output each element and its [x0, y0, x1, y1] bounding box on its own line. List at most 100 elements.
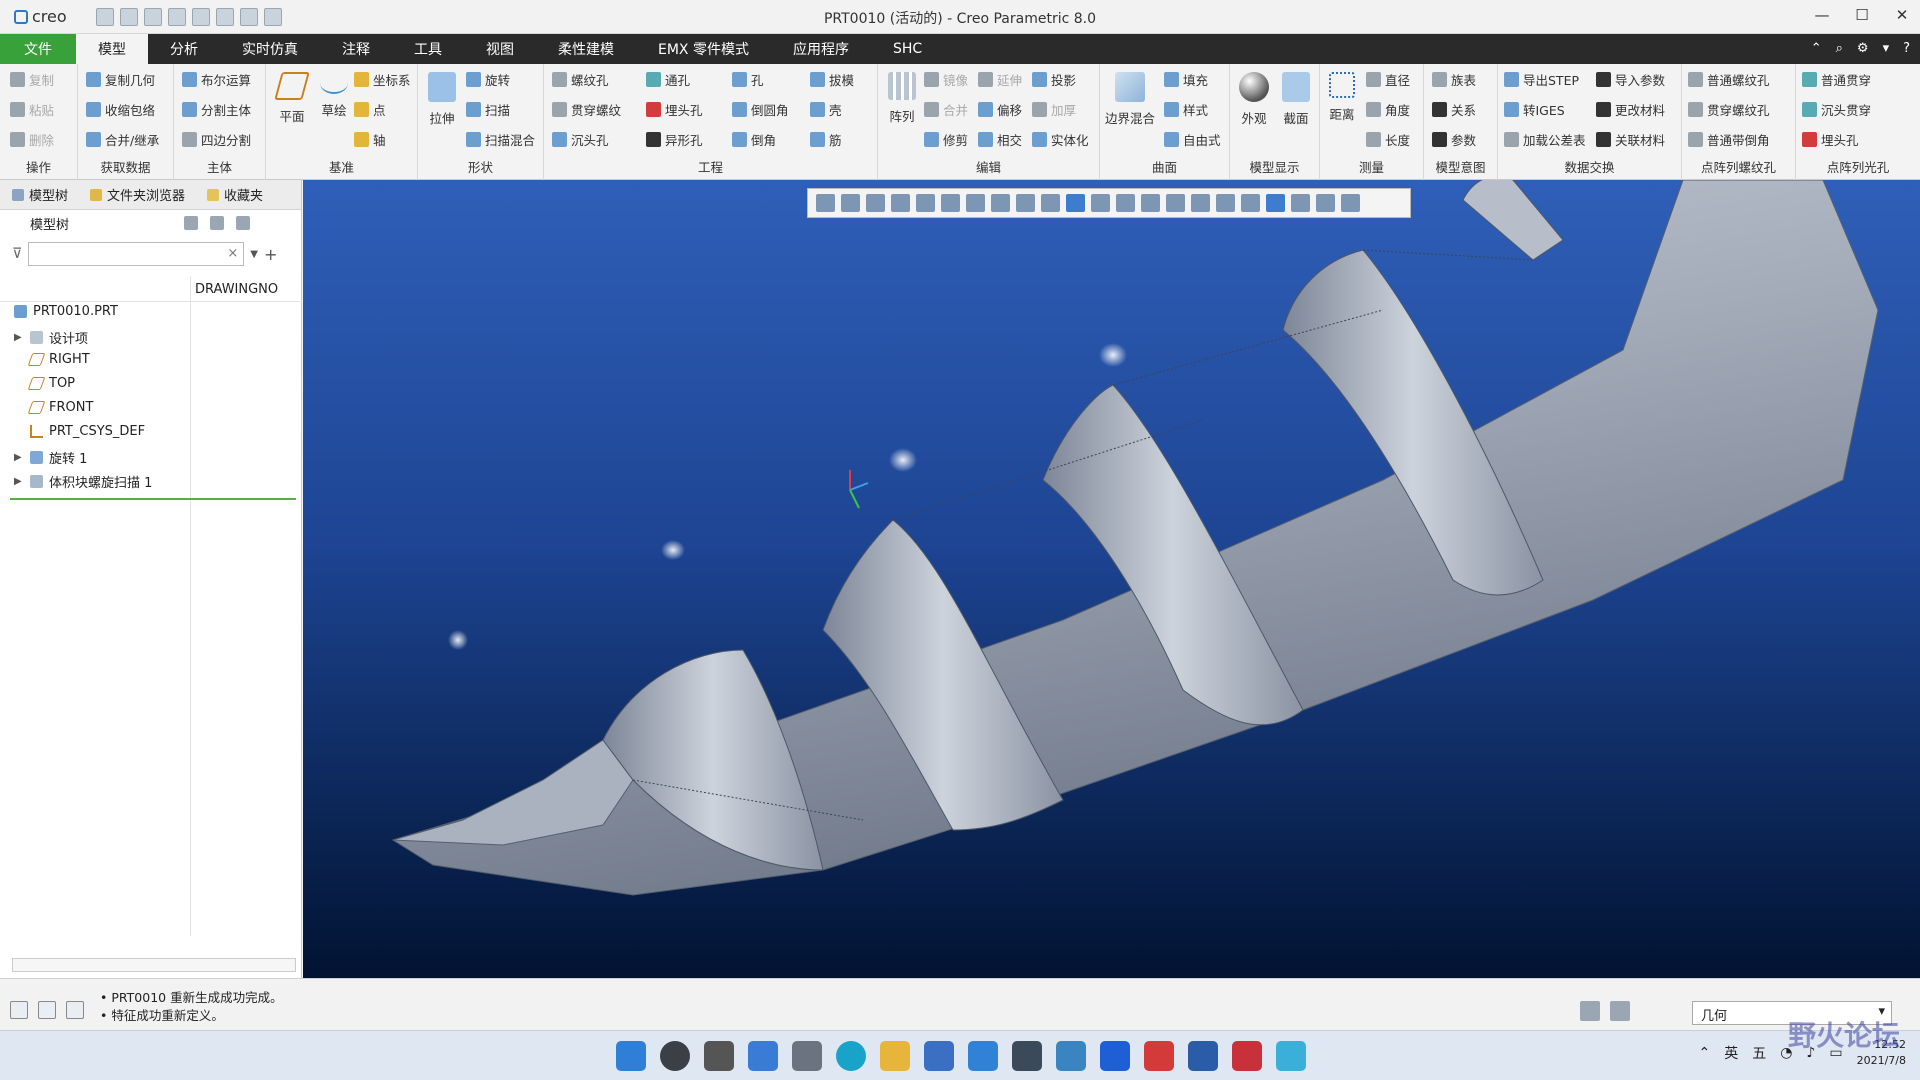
column-drawingno[interactable]: DRAWINGNO — [195, 282, 278, 297]
trim-button[interactable]: 修剪 — [924, 130, 968, 149]
close-button[interactable]: ✕ — [1892, 6, 1912, 24]
calculator-icon[interactable] — [1012, 1041, 1042, 1071]
diameter-button[interactable]: 直径 — [1366, 70, 1410, 89]
section-button[interactable]: 截面 — [1276, 72, 1316, 127]
group-title-data-exchange[interactable]: 数据交换 — [1498, 157, 1681, 176]
group-title-engineering[interactable]: 工程 — [544, 157, 877, 176]
search-icon[interactable]: ⌕ — [1836, 41, 1843, 56]
start-icon[interactable] — [616, 1041, 646, 1071]
boolean-button[interactable]: 布尔运算 — [182, 70, 251, 89]
group-title-model-intent[interactable]: 模型意图 — [1424, 157, 1497, 176]
shrinkwrap-button[interactable]: 收缩包络 — [86, 100, 155, 119]
tab-view[interactable]: 视图 — [464, 34, 536, 64]
through-thread-button[interactable]: 贯穿螺纹 — [552, 100, 621, 119]
section-display-icon[interactable] — [1241, 194, 1260, 212]
sweep-button[interactable]: 扫描 — [466, 100, 510, 119]
file-explorer-icon[interactable] — [880, 1041, 910, 1071]
csys-display-icon[interactable] — [1116, 194, 1135, 212]
copy-button[interactable]: 复制 — [10, 70, 54, 89]
chamfer-button[interactable]: 倒角 — [732, 130, 776, 149]
mail-icon[interactable] — [968, 1041, 998, 1071]
group-title-edit[interactable]: 编辑 — [878, 157, 1099, 176]
group-title-datum[interactable]: 基准 — [266, 157, 417, 176]
expand-icon[interactable]: ▶ — [14, 476, 24, 487]
widgets-icon[interactable] — [748, 1041, 778, 1071]
point-display-icon[interactable] — [1091, 194, 1110, 212]
clear-icon[interactable]: × — [227, 246, 238, 261]
selected-display-icon[interactable] — [1266, 194, 1285, 212]
perspective-icon[interactable] — [991, 194, 1010, 212]
group-title-get-data[interactable]: 获取数据 — [78, 157, 173, 176]
convert-iges-button[interactable]: 转IGES — [1504, 100, 1565, 119]
draft-button[interactable]: 拔模 — [810, 70, 854, 89]
minimize-button[interactable]: — — [1812, 6, 1832, 24]
pause-icon[interactable] — [1316, 194, 1335, 212]
hole-button[interactable]: 孔 — [732, 70, 764, 89]
load-tolerance-button[interactable]: 加载公差表 — [1504, 130, 1586, 149]
tree-item-helical-sweep[interactable]: ▶ 体积块螺旋扫描 1 — [14, 472, 152, 491]
tab-flexible-modeling[interactable]: 柔性建模 — [536, 34, 636, 64]
countersink-button[interactable]: 埋头孔 — [646, 100, 703, 119]
menu-arrow-icon[interactable]: ▾ — [1883, 41, 1890, 56]
annotation-icon[interactable] — [1166, 194, 1185, 212]
merge-button[interactable]: 合并 — [924, 100, 968, 119]
simulation-icon[interactable] — [1216, 194, 1235, 212]
offset-button[interactable]: 偏移 — [978, 100, 1022, 119]
undo-icon[interactable] — [168, 8, 186, 26]
freestyle-button[interactable]: 自由式 — [1164, 130, 1221, 149]
zoom-out-icon[interactable] — [866, 194, 885, 212]
chamfer-thread-hole-button[interactable]: 普通带倒角 — [1688, 130, 1770, 149]
tab-tools[interactable]: 工具 — [392, 34, 464, 64]
intersect-button[interactable]: 相交 — [978, 130, 1022, 149]
input-language[interactable]: 英 — [1724, 1043, 1738, 1063]
family-table-button[interactable]: 族表 — [1432, 70, 1476, 89]
tab-emx[interactable]: EMX 零件模式 — [636, 34, 771, 64]
full-screen-icon[interactable] — [66, 1001, 84, 1019]
axis-display-icon[interactable] — [1066, 194, 1085, 212]
tree-item-right[interactable]: RIGHT — [14, 352, 90, 367]
insert-indicator[interactable] — [10, 498, 296, 500]
extrude-button[interactable]: 拉伸 — [422, 72, 462, 127]
settings-icon[interactable]: ⚙ — [1857, 41, 1869, 56]
tab-live-simulation[interactable]: 实时仿真 — [220, 34, 320, 64]
group-title-model-display[interactable]: 模型显示 — [1230, 157, 1319, 176]
normal-thread-hole-button[interactable]: 普通螺纹孔 — [1688, 70, 1770, 89]
length-button[interactable]: 长度 — [1366, 130, 1410, 149]
special-hole-button[interactable]: 异形孔 — [646, 130, 703, 149]
style-button[interactable]: 样式 — [1164, 100, 1208, 119]
appearance-button[interactable]: 外观 — [1234, 72, 1274, 127]
tree-horizontal-scrollbar[interactable] — [12, 958, 296, 972]
close-window-icon[interactable] — [264, 8, 282, 26]
filter-icon[interactable]: ⊽ — [12, 246, 22, 262]
tree-item-root[interactable]: PRT0010.PRT — [14, 304, 118, 319]
expand-icon[interactable]: ▶ — [14, 452, 24, 463]
sketch-button[interactable]: 草绘 — [314, 72, 354, 119]
tab-model[interactable]: 模型 — [76, 34, 148, 64]
search-dropdown-icon[interactable]: ▼ — [250, 249, 258, 260]
group-title-operations[interactable]: 操作 — [0, 157, 77, 176]
monitor-icon[interactable] — [1056, 1041, 1086, 1071]
tab-annotate[interactable]: 注释 — [320, 34, 392, 64]
edge-icon[interactable] — [836, 1041, 866, 1071]
tree-item-design-items[interactable]: ▶ 设计项 — [14, 328, 88, 347]
stop-icon[interactable] — [1341, 194, 1360, 212]
tag-display-icon[interactable] — [1191, 194, 1210, 212]
relations-button[interactable]: 关系 — [1432, 100, 1476, 119]
countersink-hole-button[interactable]: 埋头孔 — [1802, 130, 1859, 149]
search-taskbar-icon[interactable] — [660, 1041, 690, 1071]
quad-split-button[interactable]: 四边分割 — [182, 130, 251, 149]
solidify-button[interactable]: 实体化 — [1032, 130, 1089, 149]
axis-button[interactable]: 轴 — [354, 130, 386, 149]
tray-overflow-icon[interactable]: ⌃ — [1698, 1045, 1710, 1061]
counterbore-through-button[interactable]: 沉头贯穿 — [1802, 100, 1871, 119]
repaint-icon[interactable] — [891, 194, 910, 212]
threaded-hole-button[interactable]: 螺纹孔 — [552, 70, 609, 89]
tree-item-front[interactable]: FRONT — [14, 400, 93, 415]
task-view-icon[interactable] — [704, 1041, 734, 1071]
fill-button[interactable]: 填充 — [1164, 70, 1208, 89]
spin-center-icon[interactable] — [1141, 194, 1160, 212]
toggle-browser-icon[interactable] — [38, 1001, 56, 1019]
group-title-point-thread[interactable]: 点阵列螺纹孔 — [1682, 157, 1795, 176]
word-icon[interactable] — [1188, 1041, 1218, 1071]
mirror-button[interactable]: 镜像 — [924, 70, 968, 89]
